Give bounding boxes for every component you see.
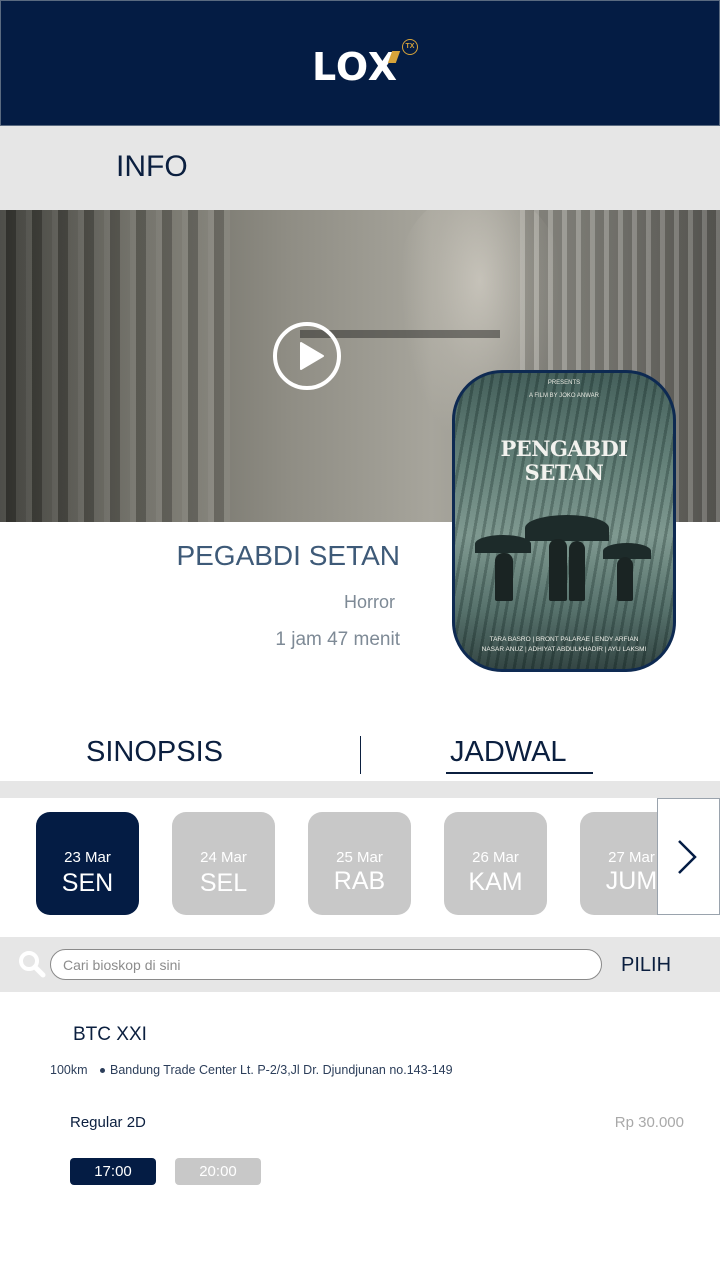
screening-format: Regular 2D (70, 1114, 146, 1131)
poster-person-center2 (569, 541, 585, 601)
date-chip-day: SEN (61, 869, 114, 897)
showtime-button[interactable]: 20:00 (175, 1158, 261, 1185)
info-header: INFO (0, 126, 720, 210)
chevron-right-icon (678, 840, 697, 874)
date-chip-date: 26 Mar (472, 849, 519, 866)
movie-duration: 1 jam 47 menit (275, 629, 400, 650)
app-header: LOX TX (0, 0, 720, 126)
logo-badge: TX (402, 39, 418, 55)
date-chip-rab[interactable]: 25 Mar RAB (308, 812, 411, 915)
poster-title-line1: PENGABDI (500, 436, 628, 461)
showtime-button[interactable]: 17:00 (70, 1158, 156, 1185)
active-tab-indicator (446, 772, 593, 774)
movie-poster: PRESENTS A FILM BY JOKO ANWAR PENGABDI S… (452, 370, 676, 672)
movie-genre: Horror (343, 592, 395, 612)
page-title: INFO (116, 150, 188, 183)
date-chip-date: 23 Mar (64, 849, 111, 866)
date-chip-day: SEL (199, 869, 248, 897)
play-trailer-button[interactable] (273, 322, 341, 390)
movie-title: PEGABDI SETAN (176, 540, 400, 571)
date-chip-date: 25 Mar (336, 849, 383, 866)
bullet-dot (100, 1068, 105, 1073)
date-chip-date: 24 Mar (200, 849, 247, 866)
next-dates-button[interactable] (657, 798, 720, 915)
lox-logo[interactable]: LOX TX (312, 39, 422, 95)
tab-sinopsis[interactable]: SINOPSIS (86, 736, 223, 769)
poster-person-left (495, 553, 513, 601)
poster-title: PENGABDI SETAN (455, 437, 673, 485)
tab-divider (360, 736, 361, 774)
date-chip-kam[interactable]: 26 Mar KAM (444, 812, 547, 915)
date-chip-sel[interactable]: 24 Mar SEL (172, 812, 275, 915)
section-divider (0, 781, 720, 798)
poster-presents: PRESENTS (547, 380, 581, 386)
poster-person-center (549, 539, 567, 601)
date-chip-day: KAM (468, 868, 523, 896)
poster-cast-line2: NASAR ANUZ | ADHIYAT ABDULKHADIR | AYU L… (481, 646, 647, 653)
poster-person-right (617, 557, 633, 601)
pilih-button[interactable]: PILIH (621, 954, 671, 977)
cinema-name[interactable]: BTC XXI (73, 1024, 147, 1046)
poster-cast: TARA BASRO | BRONT PALARAE | ENDY ARFIAN… (455, 635, 673, 655)
cinema-distance: 100km (50, 1063, 88, 1077)
poster-film-by: A FILM BY JOKO ANWAR (528, 393, 600, 399)
cinema-search-input[interactable] (50, 949, 602, 980)
play-icon (300, 342, 324, 370)
search-icon[interactable] (18, 950, 46, 978)
poster-title-line2: SETAN (524, 460, 604, 485)
poster-umbrella-left (475, 535, 531, 553)
cinema-address: Bandung Trade Center Lt. P-2/3,Jl Dr. Dj… (110, 1063, 453, 1077)
poster-cast-line1: TARA BASRO | BRONT PALARAE | ENDY ARFIAN (489, 636, 639, 643)
hero-curtain-left (0, 210, 230, 522)
date-chip-sen[interactable]: 23 Mar SEN (36, 812, 139, 915)
poster-umbrella-center (525, 515, 609, 541)
logo-text: LOX (312, 45, 399, 89)
tab-jadwal[interactable]: JADWAL (450, 736, 567, 769)
ticket-price: Rp 30.000 (614, 1114, 684, 1131)
cinema-search-bar: PILIH (0, 937, 720, 992)
date-chip-day: RAB (333, 867, 386, 895)
